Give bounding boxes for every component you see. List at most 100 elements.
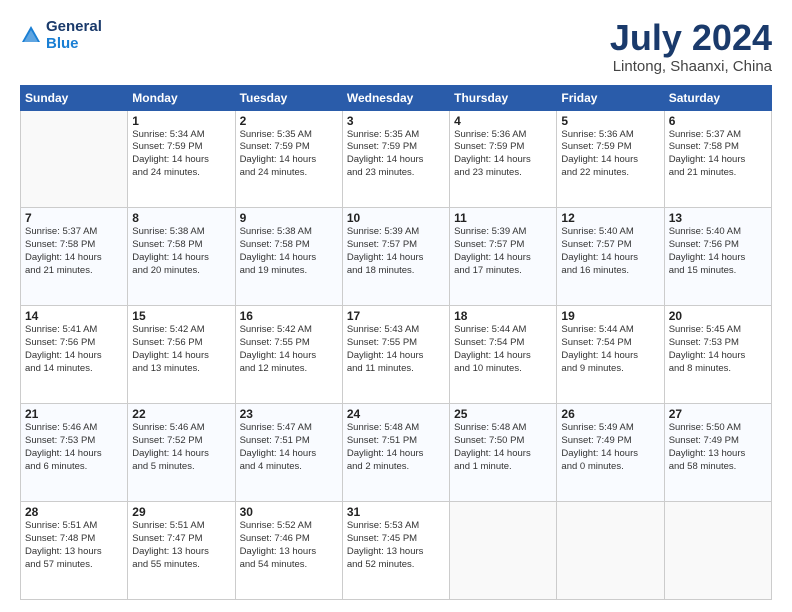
day-info: Sunrise: 5:36 AM Sunset: 7:59 PM Dayligh… xyxy=(454,129,552,180)
day-info: Sunrise: 5:42 AM Sunset: 7:55 PM Dayligh… xyxy=(240,324,338,375)
day-info: Sunrise: 5:49 AM Sunset: 7:49 PM Dayligh… xyxy=(561,422,659,473)
col-header-friday: Friday xyxy=(557,85,664,110)
calendar-cell: 31Sunrise: 5:53 AM Sunset: 7:45 PM Dayli… xyxy=(342,502,449,600)
calendar-cell: 24Sunrise: 5:48 AM Sunset: 7:51 PM Dayli… xyxy=(342,404,449,502)
calendar-cell: 14Sunrise: 5:41 AM Sunset: 7:56 PM Dayli… xyxy=(21,306,128,404)
day-number: 5 xyxy=(561,114,659,128)
calendar-cell xyxy=(450,502,557,600)
day-number: 20 xyxy=(669,309,767,323)
day-info: Sunrise: 5:40 AM Sunset: 7:57 PM Dayligh… xyxy=(561,226,659,277)
calendar-cell xyxy=(664,502,771,600)
day-info: Sunrise: 5:46 AM Sunset: 7:53 PM Dayligh… xyxy=(25,422,123,473)
day-number: 3 xyxy=(347,114,445,128)
day-number: 8 xyxy=(132,211,230,225)
calendar-cell: 13Sunrise: 5:40 AM Sunset: 7:56 PM Dayli… xyxy=(664,208,771,306)
day-info: Sunrise: 5:43 AM Sunset: 7:55 PM Dayligh… xyxy=(347,324,445,375)
calendar-cell xyxy=(21,110,128,208)
main-title: July 2024 xyxy=(610,18,772,58)
calendar-cell: 26Sunrise: 5:49 AM Sunset: 7:49 PM Dayli… xyxy=(557,404,664,502)
calendar-cell: 30Sunrise: 5:52 AM Sunset: 7:46 PM Dayli… xyxy=(235,502,342,600)
day-info: Sunrise: 5:35 AM Sunset: 7:59 PM Dayligh… xyxy=(240,129,338,180)
day-info: Sunrise: 5:37 AM Sunset: 7:58 PM Dayligh… xyxy=(669,129,767,180)
col-header-monday: Monday xyxy=(128,85,235,110)
day-number: 12 xyxy=(561,211,659,225)
day-info: Sunrise: 5:38 AM Sunset: 7:58 PM Dayligh… xyxy=(240,226,338,277)
logo-icon xyxy=(20,24,42,46)
day-number: 18 xyxy=(454,309,552,323)
col-header-tuesday: Tuesday xyxy=(235,85,342,110)
calendar-cell xyxy=(557,502,664,600)
calendar-cell: 6Sunrise: 5:37 AM Sunset: 7:58 PM Daylig… xyxy=(664,110,771,208)
day-number: 19 xyxy=(561,309,659,323)
day-info: Sunrise: 5:44 AM Sunset: 7:54 PM Dayligh… xyxy=(561,324,659,375)
calendar-cell: 21Sunrise: 5:46 AM Sunset: 7:53 PM Dayli… xyxy=(21,404,128,502)
day-number: 21 xyxy=(25,407,123,421)
day-info: Sunrise: 5:45 AM Sunset: 7:53 PM Dayligh… xyxy=(669,324,767,375)
day-info: Sunrise: 5:52 AM Sunset: 7:46 PM Dayligh… xyxy=(240,520,338,571)
day-number: 23 xyxy=(240,407,338,421)
calendar-cell: 20Sunrise: 5:45 AM Sunset: 7:53 PM Dayli… xyxy=(664,306,771,404)
col-header-wednesday: Wednesday xyxy=(342,85,449,110)
day-number: 13 xyxy=(669,211,767,225)
calendar-cell: 11Sunrise: 5:39 AM Sunset: 7:57 PM Dayli… xyxy=(450,208,557,306)
day-number: 14 xyxy=(25,309,123,323)
day-info: Sunrise: 5:44 AM Sunset: 7:54 PM Dayligh… xyxy=(454,324,552,375)
day-number: 17 xyxy=(347,309,445,323)
day-number: 2 xyxy=(240,114,338,128)
day-info: Sunrise: 5:48 AM Sunset: 7:50 PM Dayligh… xyxy=(454,422,552,473)
calendar-cell: 2Sunrise: 5:35 AM Sunset: 7:59 PM Daylig… xyxy=(235,110,342,208)
day-number: 11 xyxy=(454,211,552,225)
page: General Blue July 2024 Lintong, Shaanxi,… xyxy=(0,0,792,612)
calendar-week-2: 7Sunrise: 5:37 AM Sunset: 7:58 PM Daylig… xyxy=(21,208,772,306)
day-number: 22 xyxy=(132,407,230,421)
calendar-cell: 10Sunrise: 5:39 AM Sunset: 7:57 PM Dayli… xyxy=(342,208,449,306)
day-number: 30 xyxy=(240,505,338,519)
day-number: 27 xyxy=(669,407,767,421)
day-info: Sunrise: 5:46 AM Sunset: 7:52 PM Dayligh… xyxy=(132,422,230,473)
calendar-week-5: 28Sunrise: 5:51 AM Sunset: 7:48 PM Dayli… xyxy=(21,502,772,600)
calendar-cell: 23Sunrise: 5:47 AM Sunset: 7:51 PM Dayli… xyxy=(235,404,342,502)
day-info: Sunrise: 5:47 AM Sunset: 7:51 PM Dayligh… xyxy=(240,422,338,473)
calendar-cell: 9Sunrise: 5:38 AM Sunset: 7:58 PM Daylig… xyxy=(235,208,342,306)
day-info: Sunrise: 5:39 AM Sunset: 7:57 PM Dayligh… xyxy=(454,226,552,277)
col-header-sunday: Sunday xyxy=(21,85,128,110)
day-number: 29 xyxy=(132,505,230,519)
header: General Blue July 2024 Lintong, Shaanxi,… xyxy=(20,18,772,75)
day-info: Sunrise: 5:42 AM Sunset: 7:56 PM Dayligh… xyxy=(132,324,230,375)
title-block: July 2024 Lintong, Shaanxi, China xyxy=(610,18,772,75)
calendar-cell: 22Sunrise: 5:46 AM Sunset: 7:52 PM Dayli… xyxy=(128,404,235,502)
calendar-cell: 8Sunrise: 5:38 AM Sunset: 7:58 PM Daylig… xyxy=(128,208,235,306)
day-number: 4 xyxy=(454,114,552,128)
day-number: 31 xyxy=(347,505,445,519)
calendar-cell: 18Sunrise: 5:44 AM Sunset: 7:54 PM Dayli… xyxy=(450,306,557,404)
day-info: Sunrise: 5:37 AM Sunset: 7:58 PM Dayligh… xyxy=(25,226,123,277)
calendar-cell: 25Sunrise: 5:48 AM Sunset: 7:50 PM Dayli… xyxy=(450,404,557,502)
calendar-cell: 28Sunrise: 5:51 AM Sunset: 7:48 PM Dayli… xyxy=(21,502,128,600)
calendar-cell: 27Sunrise: 5:50 AM Sunset: 7:49 PM Dayli… xyxy=(664,404,771,502)
calendar-cell: 5Sunrise: 5:36 AM Sunset: 7:59 PM Daylig… xyxy=(557,110,664,208)
day-info: Sunrise: 5:50 AM Sunset: 7:49 PM Dayligh… xyxy=(669,422,767,473)
calendar-cell: 4Sunrise: 5:36 AM Sunset: 7:59 PM Daylig… xyxy=(450,110,557,208)
calendar-week-4: 21Sunrise: 5:46 AM Sunset: 7:53 PM Dayli… xyxy=(21,404,772,502)
col-header-thursday: Thursday xyxy=(450,85,557,110)
day-number: 1 xyxy=(132,114,230,128)
calendar-cell: 12Sunrise: 5:40 AM Sunset: 7:57 PM Dayli… xyxy=(557,208,664,306)
day-info: Sunrise: 5:38 AM Sunset: 7:58 PM Dayligh… xyxy=(132,226,230,277)
col-header-saturday: Saturday xyxy=(664,85,771,110)
calendar-cell: 1Sunrise: 5:34 AM Sunset: 7:59 PM Daylig… xyxy=(128,110,235,208)
day-number: 26 xyxy=(561,407,659,421)
calendar-cell: 17Sunrise: 5:43 AM Sunset: 7:55 PM Dayli… xyxy=(342,306,449,404)
day-info: Sunrise: 5:51 AM Sunset: 7:47 PM Dayligh… xyxy=(132,520,230,571)
calendar-cell: 7Sunrise: 5:37 AM Sunset: 7:58 PM Daylig… xyxy=(21,208,128,306)
day-number: 15 xyxy=(132,309,230,323)
calendar-cell: 19Sunrise: 5:44 AM Sunset: 7:54 PM Dayli… xyxy=(557,306,664,404)
logo-text: General Blue xyxy=(46,18,102,53)
day-info: Sunrise: 5:40 AM Sunset: 7:56 PM Dayligh… xyxy=(669,226,767,277)
day-number: 10 xyxy=(347,211,445,225)
day-info: Sunrise: 5:41 AM Sunset: 7:56 PM Dayligh… xyxy=(25,324,123,375)
day-number: 7 xyxy=(25,211,123,225)
calendar-week-3: 14Sunrise: 5:41 AM Sunset: 7:56 PM Dayli… xyxy=(21,306,772,404)
day-info: Sunrise: 5:36 AM Sunset: 7:59 PM Dayligh… xyxy=(561,129,659,180)
day-number: 25 xyxy=(454,407,552,421)
day-number: 9 xyxy=(240,211,338,225)
